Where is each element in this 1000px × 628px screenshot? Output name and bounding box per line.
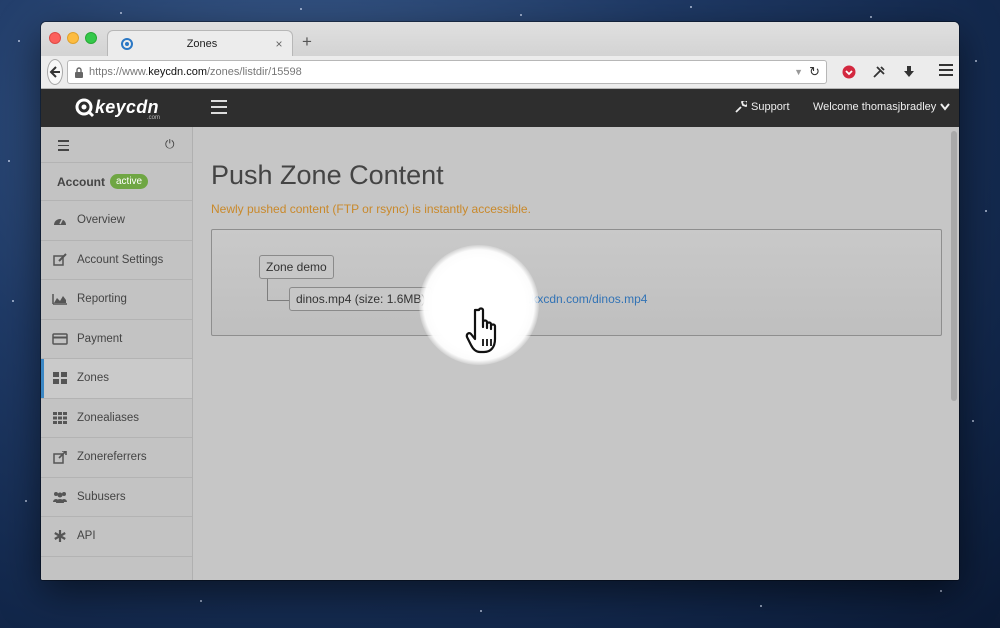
browser-titlebar: Zones × + bbox=[41, 22, 959, 56]
sidebar-item-api[interactable]: API bbox=[41, 517, 192, 557]
app-header: keycdn .com Support Welcome thomasjbradl… bbox=[41, 89, 959, 127]
reload-icon[interactable]: ↻ bbox=[809, 64, 820, 80]
sidebar-item-label: Zonereferrers bbox=[77, 451, 147, 464]
zone-node[interactable]: Zone demo bbox=[259, 255, 334, 279]
sidebar-item-zones[interactable]: Zones bbox=[41, 359, 192, 399]
sidebar-item-overview[interactable]: Overview bbox=[41, 201, 192, 241]
file-node[interactable]: dinos.mp4 (size: 1.6MB) bbox=[289, 287, 433, 311]
tools-icon[interactable] bbox=[871, 64, 887, 80]
edit-icon bbox=[51, 253, 69, 267]
logo-sub: .com bbox=[147, 115, 161, 121]
sidebar-item-label: Subusers bbox=[77, 490, 126, 503]
sidebar-item-label: Reporting bbox=[77, 293, 127, 306]
hand-cursor-icon bbox=[462, 306, 504, 359]
tree-connector-vertical bbox=[267, 279, 268, 300]
chart-icon bbox=[51, 292, 69, 306]
download-icon[interactable] bbox=[901, 64, 917, 80]
tree-connector-horizontal bbox=[267, 300, 289, 301]
sidebar-item-label: Zonealiases bbox=[77, 411, 140, 424]
sidebar: ⏻ Account active Overview Account Settin… bbox=[41, 127, 193, 580]
url-bar[interactable]: https://www.keycdn.com/zones/listdir/155… bbox=[67, 60, 827, 84]
sidebar-item-zonereferrers[interactable]: Zonereferrers bbox=[41, 438, 192, 478]
wrench-icon bbox=[735, 101, 747, 113]
page-title: Push Zone Content bbox=[211, 160, 444, 190]
browser-navbar: https://www.keycdn.com/zones/listdir/155… bbox=[41, 56, 959, 89]
account-label: Account bbox=[57, 174, 105, 189]
arrow-left-icon bbox=[49, 66, 60, 78]
sidebar-item-reporting[interactable]: Reporting bbox=[41, 280, 192, 320]
tab-title: Zones bbox=[186, 37, 218, 50]
chevron-down-icon bbox=[940, 103, 951, 111]
credit-card-icon bbox=[51, 332, 69, 346]
support-link[interactable]: Support bbox=[735, 101, 790, 113]
url-dropdown-icon[interactable]: ▼ bbox=[794, 67, 803, 77]
status-badge: active bbox=[110, 174, 149, 189]
sidebar-item-label: Account Settings bbox=[77, 253, 164, 266]
url-text: https://www.keycdn.com/zones/listdir/155… bbox=[89, 66, 302, 78]
sidebar-item-label: API bbox=[77, 530, 96, 543]
sidebar-top: ⏻ bbox=[41, 127, 192, 163]
keycdn-favicon-icon bbox=[120, 37, 134, 51]
sidebar-item-label: Payment bbox=[77, 332, 123, 345]
sidebar-item-account-settings[interactable]: Account Settings bbox=[41, 241, 192, 280]
app-menu-toggle-icon[interactable] bbox=[211, 100, 227, 118]
page-subtitle: Newly pushed content (FTP or rsync) is i… bbox=[211, 202, 531, 216]
sidebar-item-payment[interactable]: Payment bbox=[41, 320, 192, 359]
toolbar-icons bbox=[841, 64, 917, 80]
sidebar-item-label: Overview bbox=[77, 214, 125, 227]
close-window-button[interactable] bbox=[49, 32, 61, 44]
pocket-icon[interactable] bbox=[841, 64, 857, 80]
power-icon[interactable]: ⏻ bbox=[165, 137, 175, 152]
main-content: Push Zone Content Newly pushed content (… bbox=[211, 127, 943, 580]
keycdn-logo-icon bbox=[75, 98, 95, 118]
window-controls bbox=[49, 32, 97, 44]
back-button[interactable] bbox=[47, 59, 63, 85]
users-icon bbox=[51, 490, 69, 504]
maximize-window-button[interactable] bbox=[85, 32, 97, 44]
new-tab-button[interactable]: + bbox=[299, 32, 315, 52]
page-scrollbar[interactable] bbox=[951, 131, 957, 401]
sidebar-item-label: Zones bbox=[77, 372, 109, 385]
browser-tab[interactable]: Zones × bbox=[107, 30, 293, 56]
asterisk-icon bbox=[51, 529, 69, 543]
browser-menu-icon[interactable] bbox=[939, 63, 953, 81]
keycdn-logo[interactable]: keycdn bbox=[73, 96, 159, 118]
minimize-window-button[interactable] bbox=[67, 32, 79, 44]
zone-tree-panel: Zone demo dinos.mp4 (size: 1.6MB) http:/… bbox=[211, 229, 942, 336]
sidebar-item-subusers[interactable]: Subusers bbox=[41, 478, 192, 517]
dashboard-icon bbox=[51, 213, 69, 227]
sidebar-item-zonealiases[interactable]: Zonealiases bbox=[41, 399, 192, 438]
external-link-icon bbox=[51, 450, 69, 464]
tab-close-icon[interactable]: × bbox=[270, 37, 288, 51]
sidebar-toggle-icon[interactable] bbox=[58, 140, 69, 154]
lock-icon bbox=[74, 66, 84, 78]
grid-icon bbox=[51, 371, 69, 385]
user-menu[interactable]: Welcome thomasjbradley bbox=[813, 101, 951, 113]
account-status: Account active bbox=[41, 163, 192, 201]
grid-dots-icon bbox=[51, 411, 69, 425]
